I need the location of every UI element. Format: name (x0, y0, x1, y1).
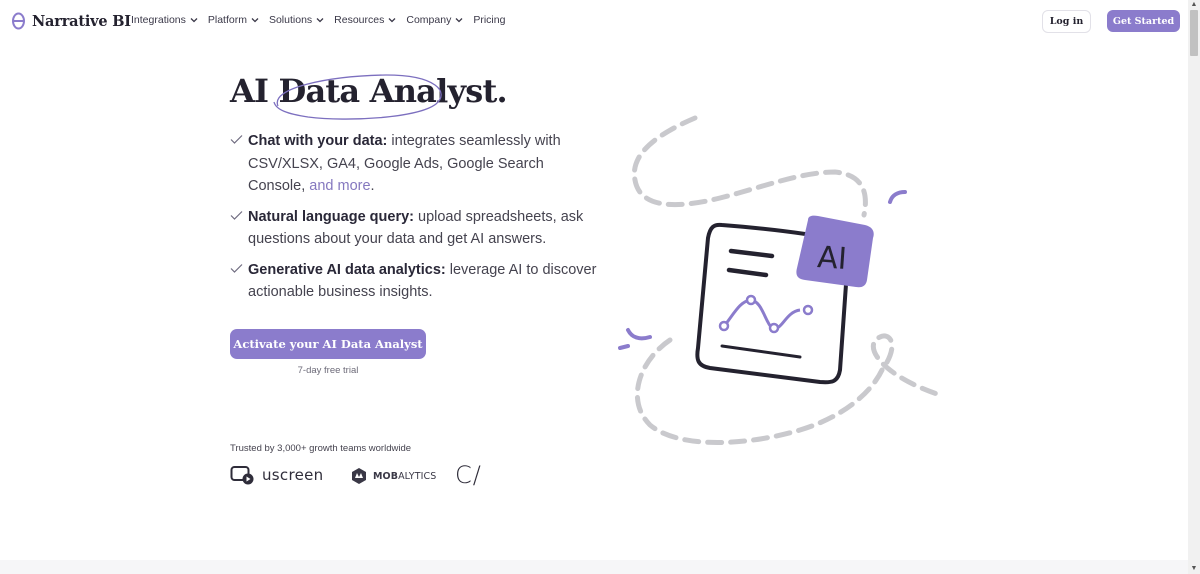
nav-label: Integrations (131, 14, 186, 26)
chevron-down-icon (251, 18, 259, 23)
nav-label: Company (406, 14, 452, 26)
nav-label: Platform (207, 14, 247, 26)
feature-item: Generative AI data analytics: leverage A… (230, 259, 600, 304)
check-icon (230, 263, 243, 273)
feature-text-end: . (370, 178, 375, 194)
feature-item: Natural language query: upload spreadshe… (230, 206, 600, 251)
feature-title: Generative AI data analytics: (248, 261, 446, 278)
uscreen-logo-icon (230, 466, 254, 485)
chevron-down-icon (316, 18, 324, 23)
nav-pricing[interactable]: Pricing (473, 14, 505, 26)
next-section-band (0, 560, 1188, 574)
nav-company[interactable]: Company (406, 14, 463, 26)
mobalytics-wordmark: MOBALYTICS (373, 471, 436, 482)
feature-title: Natural language query: (248, 208, 414, 225)
chevron-down-icon (455, 18, 463, 23)
feature-item: Chat with your data: integrates seamless… (230, 130, 600, 198)
feature-list: Chat with your data: integrates seamless… (230, 130, 600, 312)
narrative-logo-icon (12, 12, 25, 30)
scroll-down-arrow-icon[interactable]: ▼ (1188, 564, 1200, 574)
nav-label: Solutions (268, 14, 313, 26)
page-scrollbar[interactable]: ▲ ▼ (1188, 0, 1200, 574)
scrollbar-thumb[interactable] (1190, 10, 1198, 56)
nav-resources[interactable]: Resources (334, 14, 396, 26)
ai-report-illustration: AI (618, 115, 943, 445)
top-navigation: Narrative BI Integrations Platform Solut… (0, 0, 1184, 42)
ai-badge-text: AI (816, 240, 848, 277)
mobalytics-bold: MOB (373, 470, 399, 482)
ai-badge: AI (796, 215, 874, 288)
free-trial-note: 7-day free trial (297, 365, 359, 376)
c-slash-logo: C/ (455, 461, 482, 489)
accent-stroke (626, 328, 652, 341)
check-icon (230, 210, 243, 220)
activate-ai-analyst-button[interactable]: Activate your AI Data Analyst (230, 329, 426, 359)
nav-label: Pricing (473, 14, 506, 26)
accent-stroke (888, 190, 907, 204)
login-button[interactable]: Log in (1042, 10, 1091, 33)
main-menu: Integrations Platform Solutions Resource… (131, 14, 505, 26)
mobalytics-logo-icon (352, 468, 366, 484)
brand-name: Narrative BI (32, 12, 131, 30)
accent-stroke (618, 344, 630, 350)
nav-label: Resources (334, 14, 385, 26)
chevron-down-icon (190, 18, 198, 23)
feature-title: Chat with your data: (248, 133, 388, 149)
mobalytics-logo: MOBALYTICS (350, 467, 436, 485)
uscreen-logo: uscreen (230, 465, 323, 485)
get-started-button[interactable]: Get Started (1107, 10, 1180, 32)
title-highlight-ellipse (273, 74, 442, 120)
chevron-down-icon (388, 18, 396, 23)
nav-solutions[interactable]: Solutions (269, 14, 324, 26)
trusted-by-label: Trusted by 3,000+ growth teams worldwide (230, 443, 412, 454)
nav-platform[interactable]: Platform (208, 14, 259, 26)
check-icon (230, 135, 243, 144)
nav-integrations[interactable]: Integrations (131, 14, 198, 26)
uscreen-wordmark: uscreen (262, 466, 324, 484)
and-more-link[interactable]: and more (309, 178, 370, 194)
mobalytics-rest: ALYTICS (398, 470, 437, 482)
brand-logo[interactable]: Narrative BI (11, 11, 131, 31)
scroll-up-arrow-icon[interactable]: ▲ (1188, 0, 1200, 10)
